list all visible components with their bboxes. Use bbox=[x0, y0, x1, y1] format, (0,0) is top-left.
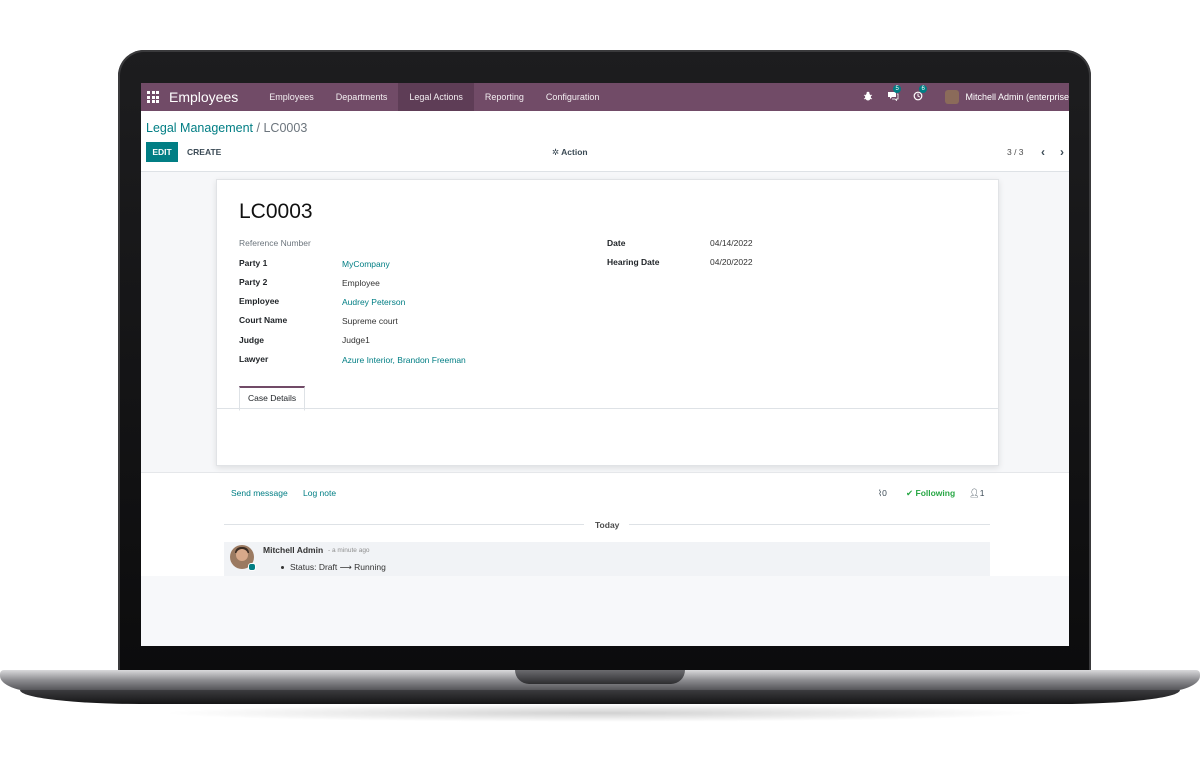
bug-icon[interactable] bbox=[863, 91, 873, 104]
attachments-count: 0 bbox=[882, 488, 887, 498]
message-author[interactable]: Mitchell Admin bbox=[263, 545, 323, 555]
main-navbar: Employees Employees Departments Legal Ac… bbox=[141, 83, 1069, 111]
pager-value[interactable]: 3 / 3 bbox=[1007, 142, 1024, 162]
following-button[interactable]: ✔ Following bbox=[906, 488, 955, 499]
menu-configuration[interactable]: Configuration bbox=[535, 83, 611, 111]
field-label-judge: Judge bbox=[239, 335, 265, 345]
field-label-date: Date bbox=[607, 238, 626, 248]
date-separator: Today bbox=[595, 520, 620, 530]
date-separator-right-line bbox=[629, 524, 990, 525]
messages-icon[interactable]: 5 bbox=[887, 84, 901, 104]
following-label: Following bbox=[915, 488, 956, 498]
field-label-hearing-date: Hearing Date bbox=[607, 257, 660, 267]
action-label: Action bbox=[561, 147, 588, 157]
field-label-party-2: Party 2 bbox=[239, 277, 268, 287]
laptop-shadow bbox=[160, 704, 1040, 722]
presence-icon bbox=[248, 563, 256, 571]
field-label-lawyer: Lawyer bbox=[239, 354, 269, 364]
attachments-button[interactable]: ⌇0 bbox=[878, 488, 887, 499]
menu-reporting[interactable]: Reporting bbox=[474, 83, 535, 111]
user-menu[interactable]: Mitchell Admin (enterprise bbox=[965, 92, 1069, 102]
menu-departments[interactable]: Departments bbox=[325, 83, 399, 111]
menu-employees[interactable]: Employees bbox=[258, 83, 325, 111]
log-note-button[interactable]: Log note bbox=[303, 488, 336, 498]
tab-divider bbox=[217, 408, 998, 409]
field-value-date[interactable]: 04/14/2022 bbox=[710, 238, 753, 248]
laptop-base-edge bbox=[20, 690, 1180, 704]
bullet-icon bbox=[281, 566, 284, 570]
check-icon: ✔ bbox=[906, 488, 914, 498]
field-value-court-name[interactable]: Supreme court bbox=[342, 316, 398, 326]
field-value-lawyer[interactable]: Azure Interior, Brandon Freeman bbox=[342, 355, 466, 365]
laptop-notch bbox=[515, 670, 685, 684]
message-tracking: Status: Draft ⟶ Running bbox=[281, 562, 386, 573]
date-separator-left-line bbox=[224, 524, 584, 525]
send-message-button[interactable]: Send message bbox=[231, 488, 288, 498]
action-menu[interactable]: ✲ Action bbox=[552, 142, 588, 162]
field-label-party-1: Party 1 bbox=[239, 258, 268, 268]
menu-legal-actions[interactable]: Legal Actions bbox=[398, 83, 474, 111]
record-title: LC0003 bbox=[239, 200, 313, 223]
activities-badge: 6 bbox=[919, 84, 927, 93]
user-icon: 👤︎ bbox=[969, 488, 980, 498]
apps-menu-icon[interactable] bbox=[147, 91, 159, 103]
tracking-value: Status: Draft ⟶ Running bbox=[290, 562, 386, 572]
field-label-reference-number: Reference Number bbox=[239, 238, 311, 248]
field-value-hearing-date[interactable]: 04/20/2022 bbox=[710, 257, 753, 267]
user-avatar[interactable] bbox=[945, 90, 960, 104]
message-time: - a minute ago bbox=[328, 547, 370, 554]
navbar-systray: 5 6 Mitchell Admin (enterprise bbox=[849, 83, 1069, 111]
activities-icon[interactable]: 6 bbox=[913, 84, 927, 104]
breadcrumb: Legal Management / LC0003 bbox=[146, 121, 307, 135]
field-label-employee: Employee bbox=[239, 296, 280, 306]
followers-button[interactable]: 👤︎1 bbox=[969, 488, 985, 499]
gear-icon: ✲ bbox=[552, 147, 560, 157]
breadcrumb-parent[interactable]: Legal Management bbox=[146, 121, 253, 135]
create-button[interactable]: CREATE bbox=[187, 142, 221, 162]
breadcrumb-separator: / bbox=[256, 121, 260, 135]
field-value-party-2[interactable]: Employee bbox=[342, 278, 380, 288]
chatter-fade bbox=[141, 576, 1069, 646]
followers-count: 1 bbox=[979, 488, 985, 498]
form-sheet: LC0003 Reference Number Party 1 MyCompan… bbox=[216, 179, 999, 466]
breadcrumb-current: LC0003 bbox=[263, 121, 308, 135]
edit-button[interactable]: EDIT bbox=[146, 142, 178, 162]
pager-previous-icon[interactable]: ‹ bbox=[1041, 142, 1045, 162]
field-value-party-1[interactable]: MyCompany bbox=[342, 259, 390, 269]
field-value-employee[interactable]: Audrey Peterson bbox=[342, 297, 405, 307]
pager-next-icon[interactable]: › bbox=[1060, 142, 1064, 162]
field-value-judge[interactable]: Judge1 bbox=[342, 335, 370, 345]
chatter-message: Mitchell Admin - a minute ago Status: Dr… bbox=[224, 542, 990, 576]
field-label-court-name: Court Name bbox=[239, 315, 288, 325]
form-divider bbox=[141, 472, 1069, 473]
app-brand[interactable]: Employees bbox=[169, 89, 238, 105]
messages-badge: 5 bbox=[893, 84, 901, 93]
app-screen: Employees Employees Departments Legal Ac… bbox=[141, 83, 1069, 646]
